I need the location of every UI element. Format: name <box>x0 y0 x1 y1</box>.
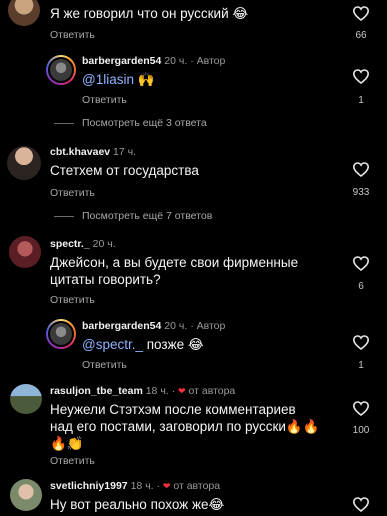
comment-meta: 18 ч. · <box>145 385 176 397</box>
comment-text: @1liasin 🙌 <box>82 71 155 88</box>
view-more-label: Посмотреть ещё 7 ответов <box>82 210 213 222</box>
author-liked-note: от автора <box>188 385 236 397</box>
heart-filled-icon: ❤ <box>162 481 171 491</box>
avatar[interactable] <box>8 0 40 26</box>
reply-button[interactable]: Ответить <box>82 359 127 371</box>
like-count: 933 <box>352 187 370 198</box>
reply-button[interactable]: Ответить <box>50 455 95 467</box>
comment-text: Неужели Стэтхэм после комментариев над е… <box>50 402 320 451</box>
comment-meta: 20 ч. · Автор <box>164 320 226 332</box>
like-count: 100 <box>352 425 370 436</box>
like-count: 66 <box>355 30 367 41</box>
like-count: 6 <box>358 281 364 292</box>
comment-username[interactable]: spectr._ 20 ч. <box>50 238 116 250</box>
heart-outline-icon[interactable] <box>353 497 369 512</box>
comment-username[interactable]: barbergarden54 20 ч. · Автор <box>82 55 225 67</box>
reply-button[interactable]: Ответить <box>50 187 95 199</box>
heart-outline-icon[interactable] <box>353 162 369 177</box>
like-count: 1 <box>358 360 364 371</box>
comment-text-rest: позже 😂 <box>142 337 204 352</box>
comment-meta: 20 ч. · Автор <box>164 55 226 67</box>
avatar[interactable] <box>10 384 42 414</box>
comment-text: Джейсон, а вы будете свои фирменные цита… <box>50 255 299 287</box>
heart-outline-icon[interactable] <box>353 335 369 350</box>
username[interactable]: rasuljon_tbe_team <box>50 385 143 397</box>
username[interactable]: barbergarden54 <box>82 320 161 332</box>
comment-text: @spectr._ позже 😂 <box>82 336 204 353</box>
avatar[interactable] <box>7 146 41 180</box>
avatar[interactable] <box>9 236 41 268</box>
like-count: 1 <box>358 95 364 106</box>
comment-username[interactable]: svetlichniy1997 18 ч. · ❤ от автора <box>50 480 220 492</box>
heart-filled-icon: ❤ <box>178 386 186 396</box>
avatar[interactable] <box>46 55 76 85</box>
heart-outline-icon[interactable] <box>353 256 369 271</box>
username[interactable]: spectr._ <box>50 238 90 250</box>
view-more-replies-button[interactable]: Посмотреть ещё 7 ответов <box>54 210 212 222</box>
mention-link[interactable]: @spectr._ <box>82 337 143 352</box>
comment-text: Стетхем от государства <box>50 163 199 178</box>
divider <box>54 215 74 217</box>
comment-meta: 17 ч. <box>113 146 137 158</box>
avatar[interactable] <box>10 479 42 511</box>
username[interactable]: cbt.khavaev <box>50 146 110 158</box>
comment-text-rest: 🙌 <box>133 72 155 87</box>
divider <box>54 122 74 124</box>
author-liked-note: от автора <box>173 480 221 492</box>
comment-meta: 20 ч. <box>92 238 116 250</box>
comment-text: Я же говорил что он русский 😂 <box>50 6 249 21</box>
comment-username[interactable]: barbergarden54 20 ч. · Автор <box>82 320 225 332</box>
reply-button[interactable]: Ответить <box>50 294 95 306</box>
comment-username[interactable]: rasuljon_tbe_team 18 ч. · ❤ от автора <box>50 385 235 397</box>
heart-outline-icon[interactable] <box>353 69 369 84</box>
reply-button[interactable]: Ответить <box>50 29 95 41</box>
heart-outline-icon[interactable] <box>353 401 369 416</box>
username[interactable]: barbergarden54 <box>82 55 161 67</box>
username[interactable]: svetlichniy1997 <box>50 480 128 492</box>
comment-meta: 18 ч. · <box>130 480 160 492</box>
mention-link[interactable]: @1liasin <box>82 72 134 87</box>
reply-button[interactable]: Ответить <box>82 94 127 106</box>
comment-username[interactable]: cbt.khavaev 17 ч. <box>50 146 136 158</box>
view-more-label: Посмотреть ещё 3 ответа <box>82 117 207 129</box>
view-more-replies-button[interactable]: Посмотреть ещё 3 ответа <box>54 117 207 129</box>
heart-outline-icon[interactable] <box>353 6 369 21</box>
comment-text: Ну вот реально похож же😂 <box>50 497 225 512</box>
avatar[interactable] <box>46 319 76 349</box>
